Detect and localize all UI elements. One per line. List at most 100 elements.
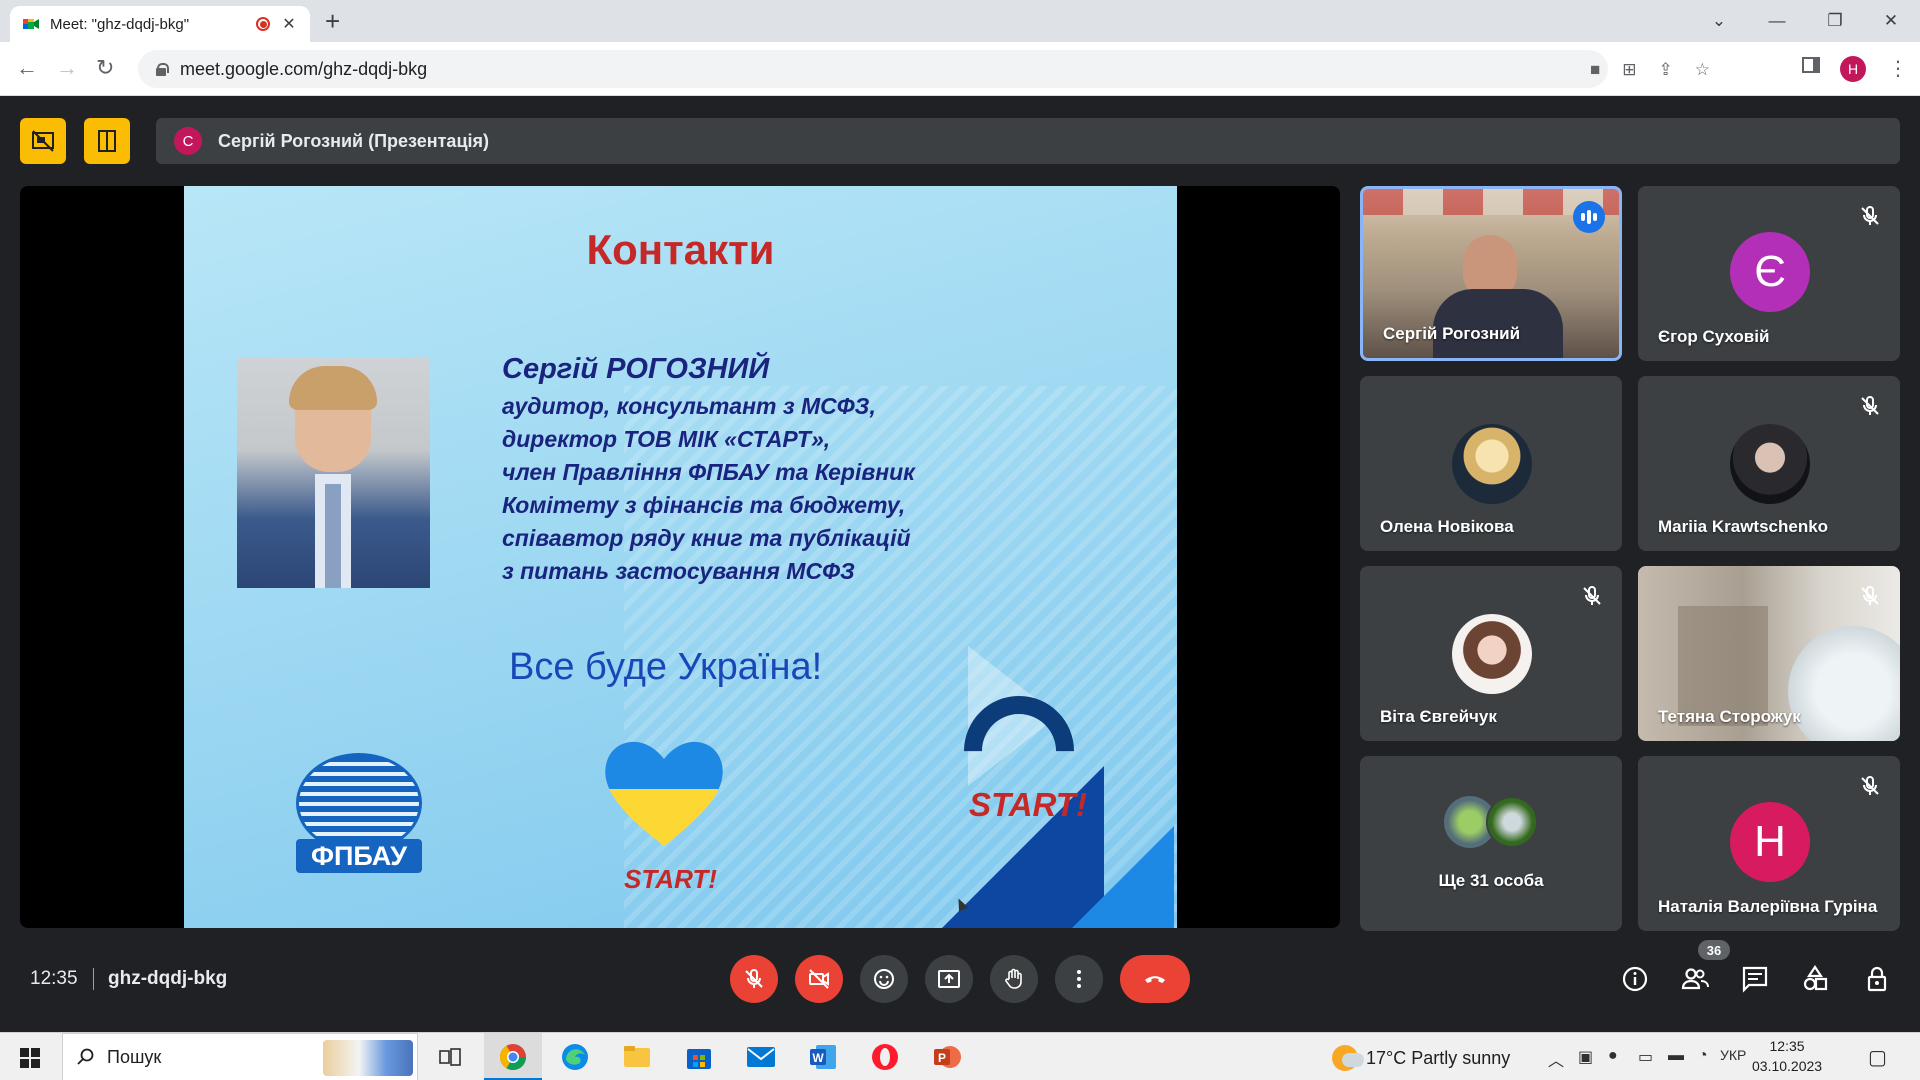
close-tab-icon[interactable]: ✕ xyxy=(280,14,298,34)
file-explorer-icon[interactable] xyxy=(619,1039,655,1075)
mic-off-icon xyxy=(1858,394,1882,418)
meeting-code: ghz-dqdj-bkg xyxy=(108,968,228,989)
share-icon[interactable]: ⇪ xyxy=(1659,60,1673,80)
participant-tile[interactable]: Сергій Рогозний xyxy=(1360,186,1622,361)
more-participants-tile[interactable]: Ще 31 особа xyxy=(1360,756,1622,931)
participant-avatar xyxy=(1486,796,1538,848)
participant-tile[interactable]: Тетяна Сторожук xyxy=(1638,566,1900,741)
new-tab-button[interactable]: + xyxy=(325,8,340,34)
hang-up-icon xyxy=(1145,976,1165,983)
start-logo-large: START! xyxy=(969,786,1087,823)
microphone-tray-icon[interactable]: ● xyxy=(1608,1047,1618,1065)
speaker-name: Сергій РОГОЗНИЙ xyxy=(502,353,770,385)
bio-line: Комітету з фінансів та бюджету, xyxy=(502,492,906,518)
more-vert-icon xyxy=(1077,970,1081,988)
leave-call-button[interactable] xyxy=(1120,955,1190,1003)
windows-start-icon[interactable] xyxy=(20,1048,40,1068)
participant-avatar xyxy=(1452,424,1532,504)
presenter-avatar: С xyxy=(174,127,202,155)
word-app-icon[interactable]: W xyxy=(805,1039,841,1075)
participant-tile[interactable]: Олена Новікова xyxy=(1360,376,1622,551)
microphone-toggle-button[interactable] xyxy=(730,955,778,1003)
google-meet-icon xyxy=(23,19,39,29)
slide-decor-triangle-light xyxy=(1024,826,1174,928)
bio-line: член Правління ФПБАУ та Керівник xyxy=(502,459,915,485)
participant-name: Віта Євгейчук xyxy=(1380,707,1497,726)
partly-sunny-icon xyxy=(1332,1045,1364,1071)
presenter-name: Сергій Рогозний (Презентація) xyxy=(218,130,490,151)
meeting-time: 12:35 xyxy=(30,968,78,989)
browser-tab-strip: Meet: "ghz-dqdj-bkg" ✕ + ⌄ — ❐ ✕ xyxy=(0,0,1920,42)
tab-search-chevron-icon[interactable]: ⌄ xyxy=(1690,0,1748,42)
side-panel-icon[interactable] xyxy=(1802,56,1820,74)
svg-text:P: P xyxy=(938,1051,946,1065)
omnibox-actions: ■ ⊞ ⇪ ☆ xyxy=(1590,60,1710,80)
bookmark-star-icon[interactable]: ☆ xyxy=(1695,60,1710,80)
chrome-app-icon[interactable] xyxy=(495,1039,531,1075)
edge-app-icon[interactable] xyxy=(557,1039,593,1075)
presentation-stage[interactable]: Контакти Сергій РОГОЗНИЙ аудитор, консул… xyxy=(20,186,1340,928)
opera-app-icon[interactable] xyxy=(867,1039,903,1075)
translate-icon[interactable]: ⊞ xyxy=(1622,60,1636,80)
present-now-button[interactable] xyxy=(925,955,973,1003)
presentation-slide: Контакти Сергій РОГОЗНИЙ аудитор, консул… xyxy=(184,186,1177,928)
reload-button[interactable]: ↻ xyxy=(96,56,114,80)
taskbar-search-box[interactable]: Пошук xyxy=(62,1033,418,1080)
speaker-photo xyxy=(237,358,430,588)
browser-tab-meet[interactable]: Meet: "ghz-dqdj-bkg" ✕ xyxy=(10,6,310,42)
show-hidden-icons-icon[interactable]: ︿ xyxy=(1548,1047,1564,1071)
tray-app-icon[interactable]: ▣ xyxy=(1578,1047,1593,1067)
microsoft-store-icon[interactable] xyxy=(681,1039,717,1075)
participant-tile[interactable]: Є Єгор Суховій xyxy=(1638,186,1900,361)
reactions-button[interactable] xyxy=(860,955,908,1003)
mail-app-icon[interactable] xyxy=(743,1039,779,1075)
notifications-icon[interactable]: ▢ xyxy=(1868,1045,1887,1070)
chrome-menu-icon[interactable]: ⋮ xyxy=(1888,56,1908,81)
weather-widget[interactable]: 17°C Partly sunny xyxy=(1332,1045,1510,1071)
profile-avatar[interactable]: H xyxy=(1840,56,1866,82)
close-window-button[interactable]: ✕ xyxy=(1862,0,1920,42)
participant-name: Тетяна Сторожук xyxy=(1658,707,1801,726)
wifi-icon[interactable]: ◔ xyxy=(1698,1047,1708,1065)
battery-icon[interactable]: ▬ xyxy=(1668,1047,1684,1065)
taskbar-clock[interactable]: 12:35 03.10.2023 xyxy=(1752,1036,1822,1076)
host-controls-icon[interactable] xyxy=(1862,964,1892,994)
participant-tile[interactable]: Віта Євгейчук xyxy=(1360,566,1622,741)
slide-title: Контакти xyxy=(586,226,775,273)
meeting-details-icon[interactable] xyxy=(1620,964,1650,994)
back-button[interactable]: ← xyxy=(16,56,38,80)
hand-icon xyxy=(1005,968,1022,989)
participant-name: Mariia Krawtschenko xyxy=(1658,517,1829,536)
minimize-button[interactable]: — xyxy=(1748,0,1806,42)
people-icon[interactable] xyxy=(1680,964,1710,994)
stop-presentation-icon[interactable] xyxy=(20,118,66,164)
forward-button[interactable]: → xyxy=(56,56,78,80)
task-view-icon[interactable] xyxy=(432,1039,468,1075)
recording-icon xyxy=(256,17,270,31)
layout-icon[interactable] xyxy=(84,118,130,164)
start-logo-small: START! xyxy=(624,864,717,894)
camera-toggle-button[interactable] xyxy=(795,955,843,1003)
language-indicator[interactable]: УКР xyxy=(1720,1047,1746,1063)
camera-tray-icon[interactable]: ▭ xyxy=(1638,1047,1653,1067)
chat-icon[interactable] xyxy=(1740,964,1770,994)
clock-time: 12:35 xyxy=(1769,1038,1805,1054)
address-bar[interactable]: meet.google.com/ghz-dqdj-bkg xyxy=(138,50,1608,88)
participant-tile[interactable]: Н Наталія Валеріївна Гуріна xyxy=(1638,756,1900,931)
more-options-button[interactable] xyxy=(1055,955,1103,1003)
participant-name: Олена Новікова xyxy=(1380,517,1514,536)
participant-avatar: Н xyxy=(1730,802,1810,882)
participant-tile[interactable]: Mariia Krawtschenko xyxy=(1638,376,1900,551)
mic-off-icon xyxy=(1858,204,1882,228)
camera-in-use-icon[interactable]: ■ xyxy=(1590,60,1600,80)
lock-icon[interactable] xyxy=(156,62,169,76)
raise-hand-button[interactable] xyxy=(990,955,1038,1003)
activities-icon[interactable] xyxy=(1800,964,1830,994)
more-participants-label: Ще 31 особа xyxy=(1438,871,1544,890)
svg-text:W: W xyxy=(812,1051,824,1065)
mic-off-icon xyxy=(1858,774,1882,798)
maximize-button[interactable]: ❐ xyxy=(1806,0,1864,42)
powerpoint-app-icon[interactable]: P xyxy=(929,1039,965,1075)
present-screen-icon xyxy=(938,970,960,988)
bio-line: співавтор ряду книг та публікацій xyxy=(502,525,911,551)
